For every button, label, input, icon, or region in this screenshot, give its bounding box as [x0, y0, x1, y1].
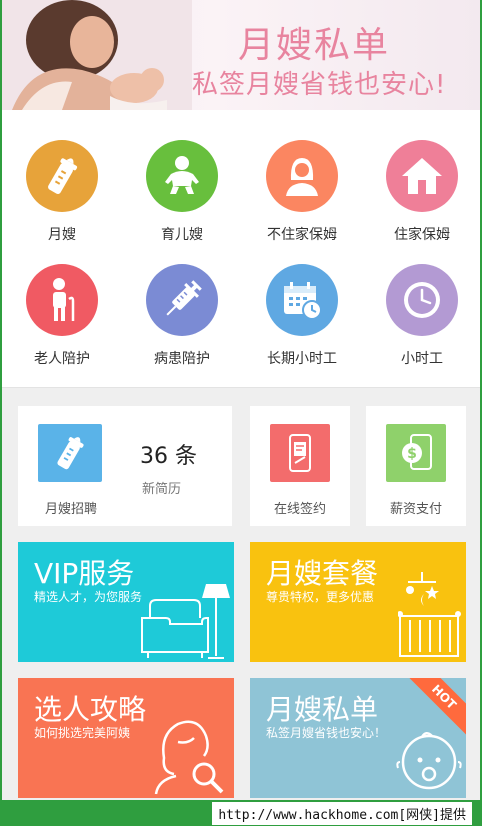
recruit-label: 月嫂招聘: [44, 502, 97, 517]
app-screen: 月嫂私单 私签月嫂省钱也安心! 月嫂 育儿嫂 不住家保姆 住家保姆 老人陪护 病…: [2, 0, 480, 800]
woman-search-icon: [154, 720, 224, 795]
tile-subtitle: 尊贵特权，更多优惠: [266, 590, 375, 604]
banner-title: 月嫂私单: [238, 25, 391, 66]
salary-pay-card[interactable]: $ 薪资支付: [366, 406, 466, 526]
watermark-bar: http://www.hackhome.com[网侠]提供: [0, 800, 482, 826]
mother-baby-photo: [2, 0, 192, 110]
tile-title: 月嫂套餐: [266, 557, 379, 590]
banner-subtitle: 私签月嫂省钱也安心!: [192, 70, 447, 100]
crib-mobile-icon: [398, 572, 461, 657]
salary-pay-label: 薪资支付: [389, 502, 442, 517]
category-label: 住家保姆: [394, 227, 450, 243]
recruit-card[interactable]: 36 条 新简历 月嫂招聘: [18, 406, 232, 526]
calendar-icon: [266, 264, 338, 336]
category-yuesao[interactable]: 月嫂: [2, 140, 122, 244]
armchair-lamp-icon: [141, 584, 230, 659]
category-resident-nanny[interactable]: 住家保姆: [362, 140, 480, 244]
watermark-text: http://www.hackhome.com[网侠]提供: [212, 802, 472, 825]
tile-title: VIP服务: [34, 557, 135, 590]
phone-contract-icon: [270, 424, 330, 482]
selection-guide-tile[interactable]: 选人攻略 如何挑选完美阿姨: [18, 678, 234, 798]
elder-icon: [26, 264, 98, 336]
category-nonresident-nanny[interactable]: 不住家保姆: [242, 140, 362, 244]
tile-subtitle: 私签月嫂省钱也安心！: [266, 726, 387, 740]
baby-bottle-icon: [26, 140, 98, 212]
resume-count: 36 条: [140, 444, 197, 469]
clock-icon: [386, 264, 458, 336]
vip-service-tile[interactable]: VIP服务 精选人才，为您服务: [18, 542, 234, 662]
woman-icon: [266, 140, 338, 212]
tile-subtitle: 精选人才，为您服务: [34, 590, 143, 604]
syringe-icon: [146, 264, 218, 336]
service-category-grid: 月嫂 育儿嫂 不住家保姆 住家保姆 老人陪护 病患陪护 长期小时工 小时工: [2, 110, 480, 388]
tile-title: 选人攻略: [34, 693, 147, 726]
category-label: 长期小时工: [267, 351, 337, 367]
category-label: 育儿嫂: [161, 227, 203, 243]
category-label: 不住家保姆: [267, 227, 337, 243]
tile-subtitle: 如何挑选完美阿姨: [34, 726, 131, 740]
category-label: 病患陪护: [154, 351, 210, 367]
category-label: 月嫂: [48, 227, 76, 243]
online-sign-card[interactable]: 在线签约: [250, 406, 350, 526]
baby-bottle-icon: [38, 424, 102, 482]
home-icon: [386, 140, 458, 212]
category-elder-care[interactable]: 老人陪护: [2, 264, 122, 368]
category-longterm-hourly[interactable]: 长期小时工: [242, 264, 362, 368]
baby-face-icon: [396, 732, 462, 790]
online-sign-label: 在线签约: [273, 502, 326, 517]
category-label: 老人陪护: [34, 351, 90, 367]
tile-title: 月嫂私单: [266, 693, 379, 726]
dollar-symbol: $: [407, 446, 417, 462]
category-hourly[interactable]: 小时工: [362, 264, 480, 368]
private-order-tile[interactable]: 月嫂私单 私签月嫂省钱也安心！ HOT: [250, 678, 466, 798]
promo-banner[interactable]: 月嫂私单 私签月嫂省钱也安心!: [2, 0, 480, 110]
category-patient-care[interactable]: 病患陪护: [122, 264, 242, 368]
package-tile[interactable]: 月嫂套餐 尊贵特权，更多优惠: [250, 542, 466, 662]
category-yuersao[interactable]: 育儿嫂: [122, 140, 242, 244]
category-label: 小时工: [401, 351, 443, 367]
baby-icon: [146, 140, 218, 212]
resume-count-label: 新简历: [142, 482, 182, 497]
phone-payment-icon: $: [386, 424, 446, 482]
